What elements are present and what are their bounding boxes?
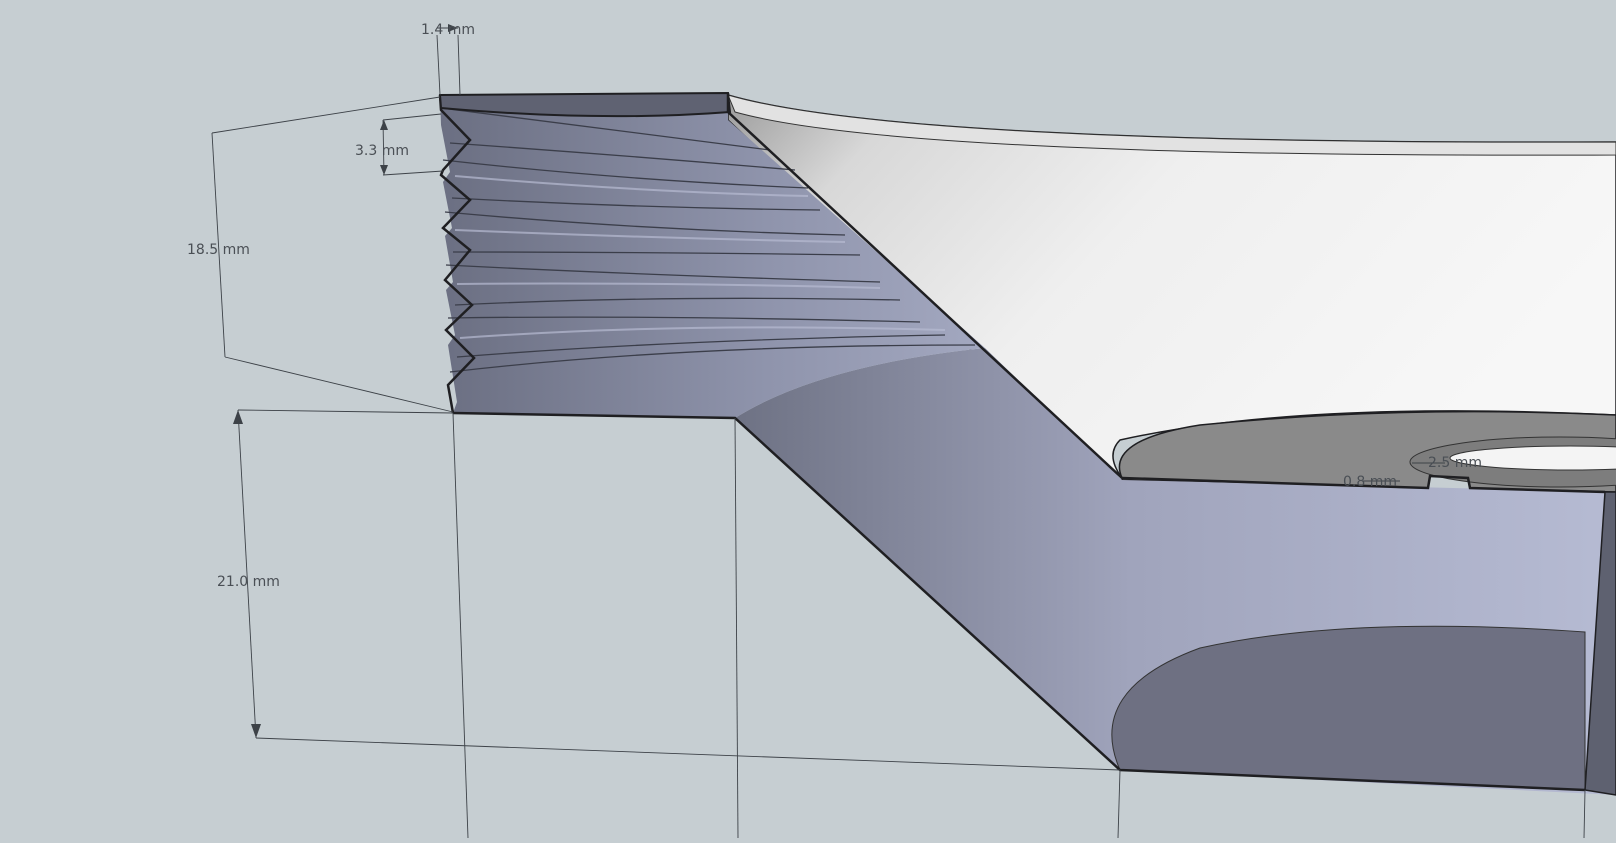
dim-label-thread-height: 18.5 mm [187, 242, 250, 258]
dim-label-thread-pitch: 3.3 mm [355, 143, 409, 159]
dim-label-slot-depth: 0.8 mm [1343, 474, 1397, 490]
dim-label-slot-width: 2.5 mm [1428, 455, 1482, 471]
dimension-arrows [233, 24, 458, 738]
dim-label-neck-height: 21.0 mm [217, 574, 280, 590]
3d-viewport[interactable]: 1.4 mm 3.3 mm 18.5 mm 21.0 mm 2.5 mm 0.8… [0, 0, 1616, 839]
dim-label-pitch-depth: 1.4 mm [421, 22, 475, 38]
model-scene: 1.4 mm 3.3 mm 18.5 mm 21.0 mm 2.5 mm 0.8… [187, 22, 1616, 839]
